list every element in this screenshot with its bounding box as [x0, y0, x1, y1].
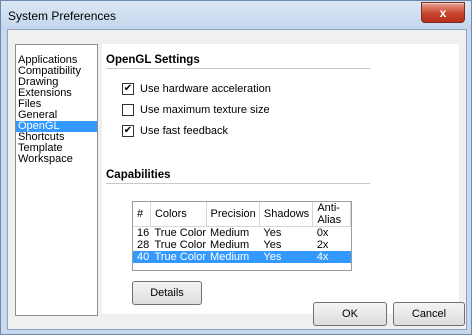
checkbox[interactable]: [122, 104, 134, 116]
section-divider: [106, 183, 370, 184]
window-title: System Preferences: [8, 9, 117, 23]
checkbox[interactable]: ✔: [122, 125, 134, 137]
table-cell: Yes: [259, 251, 313, 263]
category-item[interactable]: OpenGL: [16, 121, 97, 132]
ok-button[interactable]: OK: [313, 302, 387, 326]
column-header[interactable]: #: [133, 202, 151, 227]
capabilities-table[interactable]: # Colors Precision Shadows Anti-Alias 16 True…: [132, 201, 352, 271]
table-cell: True Color: [150, 251, 207, 263]
section-divider: [106, 68, 370, 69]
table-cell: 4x: [312, 251, 351, 263]
capabilities-heading: Capabilities: [106, 169, 171, 181]
details-button[interactable]: Details: [132, 281, 202, 305]
category-item[interactable]: Shortcuts: [16, 132, 97, 143]
preferences-window: System Preferences x Applications Compati…: [0, 0, 472, 335]
option-max-texture-size[interactable]: Use maximum texture size: [122, 103, 270, 117]
table-cell: True Color: [154, 227, 207, 239]
table-cell: Medium: [210, 239, 250, 251]
option-label: Use fast feedback: [140, 125, 229, 137]
table-cell: True Color: [154, 239, 207, 251]
checkmark-icon: ✔: [123, 83, 133, 94]
table-cell: Medium: [210, 227, 250, 239]
category-item[interactable]: Template: [16, 143, 97, 154]
category-item[interactable]: Applications: [16, 55, 97, 66]
category-list[interactable]: Applications Compatibility Drawing Extensio…: [15, 44, 98, 316]
close-icon: x: [439, 5, 447, 20]
column-header[interactable]: Anti-Alias: [312, 202, 351, 227]
close-button[interactable]: x: [421, 2, 465, 23]
option-fast-feedback[interactable]: ✔ Use fast feedback: [122, 124, 228, 138]
category-item[interactable]: Compatibility: [16, 66, 97, 77]
title-bar[interactable]: System Preferences x: [1, 1, 471, 29]
opengl-settings-heading: OpenGL Settings: [106, 54, 200, 66]
table-cell: 28: [137, 239, 150, 251]
table-row[interactable]: 16 True Color Medium Yes 0x: [133, 227, 351, 239]
table-row[interactable]: 28 True Color Medium Yes 2x: [133, 239, 351, 251]
settings-panel: OpenGL Settings ✔ Use hardware accelerat…: [102, 44, 459, 314]
table-cell: Yes: [263, 239, 282, 251]
category-item[interactable]: Extensions: [16, 88, 97, 99]
checkbox[interactable]: ✔: [122, 83, 134, 95]
table-cell: 16: [137, 227, 150, 239]
column-header[interactable]: Precision: [206, 202, 260, 227]
category-item[interactable]: Workspace: [16, 154, 97, 165]
table-cell: Medium: [206, 251, 260, 263]
cancel-button[interactable]: Cancel: [393, 302, 465, 326]
category-item[interactable]: Drawing: [16, 77, 97, 88]
table-cell: Yes: [263, 227, 282, 239]
category-item[interactable]: General: [16, 110, 97, 121]
table-cell: 2x: [316, 239, 329, 251]
table-row[interactable]: 40 True Color Medium Yes 4x: [133, 251, 351, 263]
column-header[interactable]: Colors: [150, 202, 207, 227]
option-hardware-acceleration[interactable]: ✔ Use hardware acceleration: [122, 82, 271, 96]
column-header[interactable]: Shadows: [259, 202, 314, 227]
option-label: Use maximum texture size: [140, 104, 270, 116]
checkmark-icon: ✔: [123, 125, 133, 136]
dialog-client-area: Applications Compatibility Drawing Extensio…: [7, 29, 467, 330]
table-cell: 0x: [316, 227, 329, 239]
table-cell: 40: [133, 251, 151, 263]
option-label: Use hardware acceleration: [140, 83, 271, 95]
category-item[interactable]: Files: [16, 99, 97, 110]
